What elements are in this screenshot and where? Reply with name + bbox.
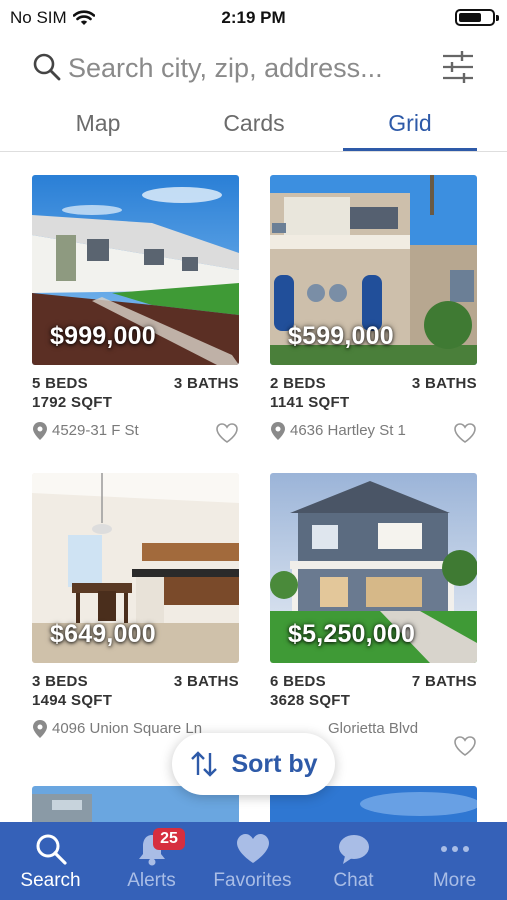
chat-bubble-icon [338,835,369,864]
listing-address: 4529-31 F St [32,421,212,440]
status-bar: No SIM 2:19 PM [0,0,507,34]
beds-count: 2 BEDS [270,375,326,392]
sort-arrows-icon [191,751,218,777]
tab-label: More [432,870,477,891]
listing-photo[interactable]: $599,000 [270,175,477,365]
square-footage: 3628 SQFT [270,692,351,709]
view-tabs: Map Cards Grid [0,104,507,152]
square-footage: 1792 SQFT [32,394,113,411]
beds-count: 6 BEDS [270,673,326,690]
square-footage: 1141 SQFT [270,394,350,411]
square-footage: 1494 SQFT [32,692,113,709]
baths-count: 3 BATHS [411,375,477,392]
bottom-tab-bar: Search 25 Alerts Favorites Chat More [0,822,507,900]
more-dots-icon [440,846,469,852]
listing-price: $5,250,000 [288,620,416,648]
address-text: 4529-31 F St [52,422,139,439]
tab-label: Favorites [213,870,292,891]
address-text: 4096 Union Square Ln [52,720,203,737]
location-pin-icon [271,422,285,440]
active-tab-indicator [343,148,477,151]
alerts-count-badge: 25 [153,828,185,850]
baths-count: 3 BATHS [173,673,239,690]
tab-label: Search [20,870,81,891]
search-icon [36,834,67,865]
clock: 2:19 PM [221,8,286,27]
listing-photo[interactable]: $649,000 [32,473,239,663]
tab-cards[interactable]: Cards [184,110,324,137]
location-pin-icon [33,720,47,738]
listing-price: $649,000 [50,620,156,648]
listing-card[interactable]: $5,250,000 6 BEDS 7 BATHS 3628 SQFT Glori… [270,473,477,756]
listing-card[interactable]: $649,000 3 BEDS 3 BATHS 1494 SQFT 4096 Un… [32,473,239,738]
favorite-heart-icon[interactable] [215,422,239,444]
search-input[interactable] [68,48,428,88]
heart-icon [236,834,269,863]
tab-search[interactable]: Search [0,822,101,900]
beds-count: 3 BEDS [32,673,88,690]
listing-photo[interactable]: $999,000 [32,175,239,365]
filter-sliders-icon[interactable] [440,48,476,86]
listing-card[interactable]: $599,000 2 BEDS 3 BATHS 1141 SQFT 4636 Ha… [270,175,477,443]
tab-map[interactable]: Map [28,110,168,137]
tab-alerts[interactable]: 25 Alerts [101,822,202,900]
listing-address: 4636 Hartley St 1 [270,421,450,440]
listing-price: $599,000 [288,322,394,350]
address-text: Glorietta Blvd [328,720,419,737]
tab-more[interactable]: More [404,822,505,900]
tab-label: Chat [333,870,374,891]
tab-label: Alerts [127,870,176,891]
search-bar [0,44,507,92]
beds-count: 5 BEDS [32,375,88,392]
location-pin-icon [33,422,47,440]
tab-grid[interactable]: Grid [340,110,480,137]
tab-favorites[interactable]: Favorites [202,822,303,900]
listing-price: $999,000 [50,322,156,350]
listing-photo[interactable]: $5,250,000 [270,473,477,663]
favorite-heart-icon[interactable] [453,422,477,444]
baths-count: 3 BATHS [173,375,239,392]
listing-card[interactable]: $999,000 5 BEDS 3 BATHS 1792 SQFT 4529-31… [32,175,239,443]
address-text: 4636 Hartley St 1 [290,422,406,439]
sort-by-button[interactable]: Sort by [172,733,335,795]
tab-chat[interactable]: Chat [303,822,404,900]
listing-address: 4096 Union Square Ln [32,719,212,738]
battery-icon [455,9,499,26]
baths-count: 7 BATHS [411,673,477,690]
sort-by-label: Sort by [231,749,318,778]
search-icon [33,53,61,81]
favorite-heart-icon[interactable] [453,735,477,757]
